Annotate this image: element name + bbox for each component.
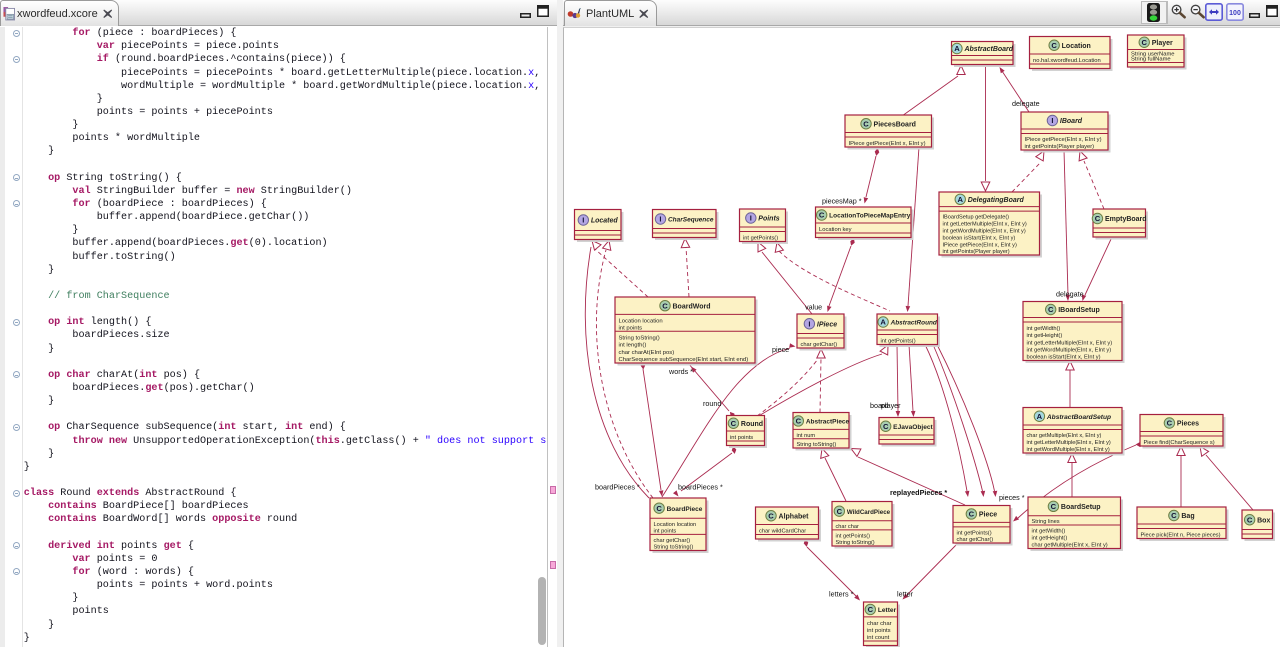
svg-text:100: 100: [1229, 10, 1241, 17]
